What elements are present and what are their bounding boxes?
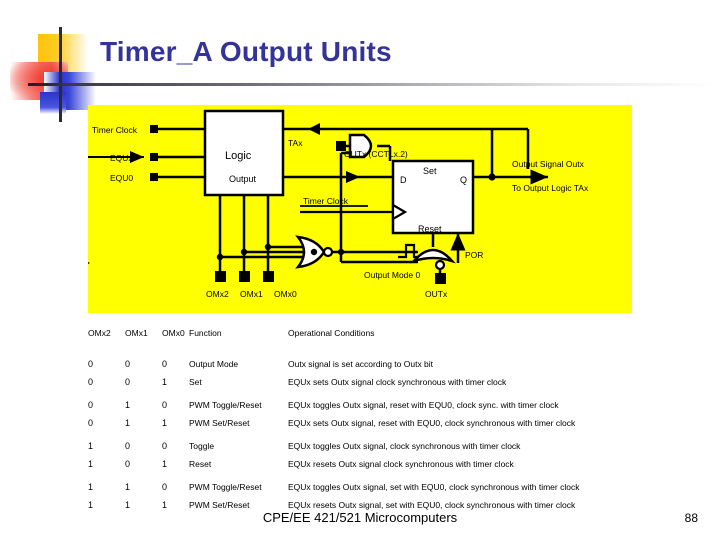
label-d-input: D xyxy=(400,175,407,185)
cell-omx2: 0 xyxy=(88,418,94,428)
label-output-signal-outx: Output Signal Outx xyxy=(512,159,585,169)
cell-conditions: EQUx toggles Outx signal, clock synchron… xyxy=(288,441,521,451)
cell-omx1: 1 xyxy=(125,482,131,492)
logo-vertical-rule xyxy=(59,27,62,122)
label-set: Set xyxy=(423,166,437,176)
label-omx2: OMx2 xyxy=(206,289,229,299)
footer-course-title: CPE/EE 421/521 Microcomputers xyxy=(262,510,458,525)
cell-omx1: 1 xyxy=(125,400,131,410)
cell-conditions: EQUx toggles Outx signal, set with EQU0,… xyxy=(288,482,580,492)
footer-page-number: 88 xyxy=(684,511,698,525)
cell-conditions: Outx signal is set according to Outx bit xyxy=(288,359,434,369)
cell-omx2: 0 xyxy=(88,377,94,387)
cell-conditions: EQUx resets Outx signal clock synchronou… xyxy=(288,459,514,469)
cell-omx2: 1 xyxy=(88,441,94,451)
label-omx0: OMx0 xyxy=(274,289,297,299)
header-conditions: Operational Conditions xyxy=(288,328,375,338)
block-diagram-svg: Timer Clock EQUx EQU0 Logic Output TAx O… xyxy=(88,109,589,299)
cell-omx2: 1 xyxy=(88,482,94,492)
cell-conditions: EQUx sets Outx signal, reset with EQU0, … xyxy=(288,418,576,428)
header-function: Function xyxy=(189,328,222,338)
label-por: POR xyxy=(465,250,483,260)
title-underline-rule xyxy=(28,83,720,86)
cell-function: Set xyxy=(189,377,202,387)
cell-omx1: 0 xyxy=(125,359,131,369)
cell-function: PWM Toggle/Reset xyxy=(189,482,262,492)
label-output-mode-0: Output Mode 0 xyxy=(364,270,421,280)
cell-function: Toggle xyxy=(189,441,215,451)
label-timer-clock-input: Timer Clock xyxy=(92,125,138,135)
cell-conditions: EQUx sets Outx signal clock synchronous … xyxy=(288,377,507,387)
cell-function: PWM Set/Reset xyxy=(189,500,250,510)
cell-omx1: 1 xyxy=(125,418,131,428)
cell-function: PWM Toggle/Reset xyxy=(189,400,262,410)
label-timer-clock-ff: Timer Clock xyxy=(303,196,349,206)
label-equ0: EQU0 xyxy=(110,173,133,183)
cell-function: Output Mode xyxy=(189,359,239,369)
logo-blue-square-lower xyxy=(40,92,66,114)
cell-conditions: EQUx resets Outx signal, set with EQU0, … xyxy=(288,500,576,510)
header-omx2: OMx2 xyxy=(88,328,111,338)
cell-function: Reset xyxy=(189,459,212,469)
label-output: Output xyxy=(229,174,257,184)
cell-omx2: 0 xyxy=(88,359,94,369)
cell-omx2: 1 xyxy=(88,500,94,510)
cell-function: PWM Set/Reset xyxy=(189,418,250,428)
cell-omx1: 1 xyxy=(125,500,131,510)
header-omx1: OMx1 xyxy=(125,328,148,338)
cell-omx1: 0 xyxy=(125,377,131,387)
label-to-output-logic-tax: To Output Logic TAx xyxy=(512,183,589,193)
label-outx-reset: OUTx xyxy=(425,289,448,299)
page-title: Timer_A Output Units xyxy=(100,36,392,67)
cell-omx1: 0 xyxy=(125,459,131,469)
cell-conditions: EQUx toggles Outx signal, reset with EQU… xyxy=(288,400,559,410)
cell-omx2: 0 xyxy=(88,400,94,410)
label-q-output: Q xyxy=(460,175,467,185)
label-equx: EQUx xyxy=(110,153,133,163)
label-outx-cctl: OUTx (CCTLx.2) xyxy=(344,149,408,159)
output-unit-block-diagram: Timer Clock EQUx EQU0 Logic Output TAx O… xyxy=(88,105,632,313)
label-tax: TAx xyxy=(288,138,303,148)
label-reset: Reset xyxy=(418,224,442,234)
cell-omx1: 0 xyxy=(125,441,131,451)
cell-omx2: 1 xyxy=(88,459,94,469)
label-logic: Logic xyxy=(225,150,252,162)
label-omx1: OMx1 xyxy=(240,289,263,299)
